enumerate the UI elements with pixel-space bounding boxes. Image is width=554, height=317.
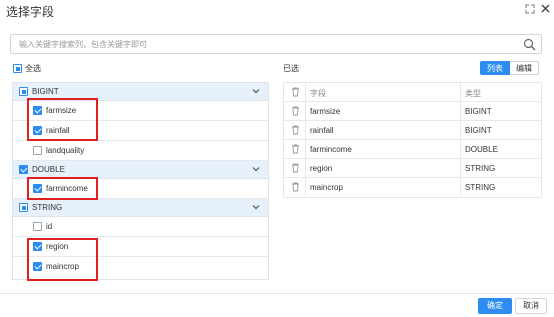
table-row: region STRING	[284, 159, 541, 178]
cell-field: region	[310, 164, 333, 173]
footer-divider	[0, 293, 554, 294]
cell-type: BIGINT	[465, 126, 492, 135]
field-checkbox[interactable]	[33, 222, 42, 231]
search-icon[interactable]	[523, 38, 536, 51]
dialog-titlebar: 选择字段	[0, 0, 554, 22]
field-item-landquality[interactable]: landquality	[13, 141, 268, 161]
selected-table: 字段 类型 farmsize BIGINT rainfall BIGINT fa…	[283, 82, 542, 198]
column-header-field: 字段	[310, 89, 326, 98]
trash-icon[interactable]	[291, 163, 300, 173]
select-all-label: 全选	[25, 64, 41, 73]
highlight-box	[27, 238, 98, 281]
group-checkbox[interactable]	[19, 203, 28, 212]
table-header: 字段 类型	[284, 83, 541, 102]
group-checkbox[interactable]	[19, 165, 28, 174]
chevron-down-icon[interactable]	[251, 86, 261, 96]
list-view-button[interactable]: 列表	[480, 61, 510, 75]
cell-type: DOUBLE	[465, 145, 498, 154]
trash-icon[interactable]	[291, 87, 300, 97]
dialog-title: 选择字段	[6, 5, 55, 19]
group-string[interactable]: STRING	[13, 199, 268, 217]
search-input[interactable]	[19, 37, 519, 52]
field-item-id[interactable]: id	[13, 217, 268, 237]
view-toggle: 列表 编辑	[480, 61, 539, 75]
highlight-box	[27, 177, 98, 200]
selected-heading: 已选	[283, 64, 299, 73]
confirm-button[interactable]: 确定	[478, 298, 512, 314]
group-label: DOUBLE	[32, 165, 65, 174]
cell-type: STRING	[465, 183, 496, 192]
field-checkbox[interactable]	[33, 146, 42, 155]
trash-icon[interactable]	[291, 106, 300, 116]
cancel-button[interactable]: 取消	[515, 298, 547, 314]
trash-icon[interactable]	[291, 182, 300, 192]
search-box	[10, 34, 542, 54]
cell-field: farmincome	[310, 145, 352, 154]
cell-type: STRING	[465, 164, 496, 173]
trash-icon[interactable]	[291, 144, 300, 154]
chevron-down-icon[interactable]	[251, 202, 261, 212]
table-row: maincrop STRING	[284, 178, 541, 197]
edit-view-button[interactable]: 编辑	[510, 61, 539, 75]
column-header-type: 类型	[465, 89, 481, 98]
cell-type: BIGINT	[465, 107, 492, 116]
select-all-checkbox[interactable]	[13, 64, 22, 73]
select-all[interactable]: 全选	[13, 63, 41, 74]
highlight-box	[27, 98, 98, 141]
table-row: farmincome DOUBLE	[284, 140, 541, 159]
field-label: id	[46, 222, 53, 231]
trash-icon[interactable]	[291, 125, 300, 135]
group-label: BIGINT	[32, 87, 59, 96]
table-row: farmsize BIGINT	[284, 102, 541, 121]
chevron-down-icon[interactable]	[251, 164, 261, 174]
field-label: landquality	[46, 146, 85, 155]
cell-field: rainfall	[310, 126, 334, 135]
cell-field: maincrop	[310, 183, 343, 192]
table-row: rainfall BIGINT	[284, 121, 541, 140]
close-icon[interactable]	[539, 4, 551, 16]
expand-icon[interactable]	[524, 4, 536, 16]
group-label: STRING	[32, 203, 63, 212]
cell-field: farmsize	[310, 107, 341, 116]
group-checkbox[interactable]	[19, 87, 28, 96]
